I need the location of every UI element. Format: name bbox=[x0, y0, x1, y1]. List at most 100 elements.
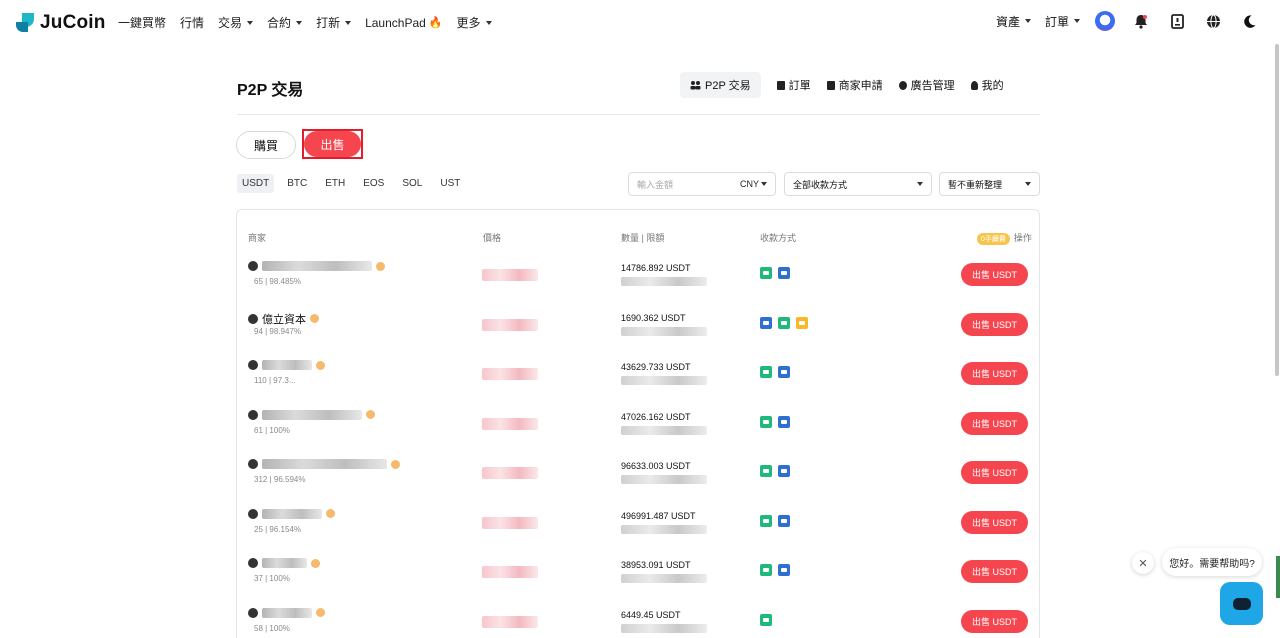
merchant-name[interactable] bbox=[248, 508, 335, 519]
merchant-avatar bbox=[248, 607, 258, 618]
nav-orders[interactable]: 訂單 bbox=[1045, 13, 1080, 30]
amount-input[interactable]: 輸入金額 CNY bbox=[628, 172, 776, 196]
merchant-avatar bbox=[248, 508, 258, 519]
price-redacted bbox=[482, 318, 538, 331]
merchant-name[interactable] bbox=[248, 409, 375, 420]
merchant-name-redacted bbox=[262, 360, 312, 370]
buy-tab[interactable]: 購買 bbox=[236, 131, 296, 159]
payment-methods bbox=[760, 514, 790, 527]
sell-usdt-button[interactable]: 出售 USDT bbox=[961, 411, 1028, 435]
subnav-orders-label: 訂單 bbox=[788, 80, 811, 92]
limit-redacted bbox=[621, 475, 707, 484]
nav-right: 資產 訂單 bbox=[996, 10, 1260, 32]
fire-icon: 🔥 bbox=[428, 17, 443, 29]
payment-green-icon bbox=[760, 564, 772, 576]
coin-tabs: USDT BTC ETH EOS SOL UST bbox=[237, 174, 465, 193]
coin-tab-ust[interactable]: UST bbox=[435, 174, 465, 193]
payment-blue-icon bbox=[778, 267, 790, 279]
price-redacted bbox=[482, 368, 538, 380]
payment-methods bbox=[760, 465, 790, 477]
sell-usdt-button[interactable]: 出售 USDT bbox=[961, 461, 1028, 484]
sell-usdt-button[interactable]: 出售 USDT bbox=[961, 560, 1028, 583]
logo-text: JuCoin bbox=[40, 12, 106, 33]
ad-icon bbox=[898, 80, 907, 90]
chat-launcher-button[interactable] bbox=[1220, 582, 1263, 625]
sell-usdt-button[interactable]: 出售 USDT bbox=[961, 362, 1028, 385]
bell-icon[interactable] bbox=[1130, 10, 1152, 32]
sell-usdt-button[interactable]: 出售 USDT bbox=[961, 263, 1028, 286]
subnav-ad-label: 廣告管理 bbox=[910, 80, 955, 92]
verified-badge-icon bbox=[391, 459, 400, 469]
nav-item-4[interactable]: 打新 bbox=[316, 14, 352, 31]
subnav-merchant-apply[interactable]: 商家申請 bbox=[826, 72, 883, 98]
moon-icon[interactable] bbox=[1238, 10, 1260, 32]
sell-tab[interactable]: 出售 bbox=[304, 131, 361, 157]
merchant-name[interactable] bbox=[248, 261, 385, 271]
quantity: 43629.733 USDT bbox=[621, 362, 691, 372]
currency-select[interactable]: CNY bbox=[740, 179, 767, 189]
subnav-p2p[interactable]: P2P 交易 bbox=[680, 72, 761, 98]
coin-tab-btc[interactable]: BTC bbox=[282, 174, 312, 193]
subnav-orders[interactable]: 訂單 bbox=[776, 72, 811, 98]
jucoin-logo[interactable]: JuCoin bbox=[16, 12, 106, 34]
chevron-down-icon bbox=[247, 20, 254, 25]
payment-blue-icon bbox=[778, 465, 790, 477]
merchant-name[interactable]: 億立資本 bbox=[248, 311, 319, 327]
nav-item-label: 更多 bbox=[456, 16, 481, 30]
merchant-name-redacted bbox=[262, 459, 387, 469]
merchant-name[interactable] bbox=[248, 459, 400, 469]
payment-method-select[interactable]: 全部收款方式 bbox=[784, 172, 932, 196]
sell-usdt-button[interactable]: 出售 USDT bbox=[961, 510, 1028, 534]
table-row: 110 | 97.3... 43629.733 USDT 出售 USDT bbox=[236, 360, 1040, 409]
coin-tab-usdt[interactable]: USDT bbox=[237, 174, 275, 193]
subnav-mine[interactable]: 我的 bbox=[970, 72, 1004, 98]
subnav-ad-management[interactable]: 廣告管理 bbox=[898, 72, 955, 98]
nav-item-0[interactable]: 一鍵買幣 bbox=[118, 14, 166, 31]
avatar[interactable] bbox=[1094, 10, 1116, 32]
subnav-mine-label: 我的 bbox=[981, 80, 1004, 92]
coin-tab-eos[interactable]: EOS bbox=[358, 174, 389, 193]
nav-item-2[interactable]: 交易 bbox=[218, 14, 254, 31]
chevron-down-icon bbox=[1025, 182, 1031, 186]
merchant-stats: 94 | 98.947% bbox=[254, 326, 302, 336]
price-redacted bbox=[482, 467, 538, 479]
merchant-name[interactable] bbox=[248, 558, 320, 568]
chevron-down-icon bbox=[1024, 19, 1031, 23]
nav-item-1[interactable]: 行情 bbox=[180, 14, 204, 31]
table-row: 58 | 100% 6449.45 USDT 出售 USDT bbox=[236, 607, 1040, 638]
zero-fee-badge: 0手續費 bbox=[977, 233, 1010, 245]
nav-item-3[interactable]: 合約 bbox=[267, 14, 303, 31]
chat-greeting[interactable]: 您好。需要帮助吗? bbox=[1162, 548, 1262, 576]
payment-green-icon bbox=[760, 465, 772, 477]
quantity: 38953.091 USDT bbox=[621, 560, 691, 570]
merchant-avatar bbox=[248, 558, 258, 568]
table-row: 61 | 100% 47026.162 USDT 出售 USDT bbox=[236, 409, 1040, 459]
page-title: P2P 交易 bbox=[237, 82, 304, 99]
merchant-name[interactable] bbox=[248, 607, 325, 618]
merchant-name-redacted bbox=[262, 261, 372, 271]
nav-assets-label: 資產 bbox=[995, 14, 1020, 29]
amount-placeholder: 輸入金額 bbox=[637, 179, 674, 190]
merchant-name[interactable] bbox=[248, 360, 325, 370]
nav-item-6[interactable]: 更多 bbox=[457, 14, 492, 31]
chat-close-button[interactable]: ✕ bbox=[1132, 552, 1154, 574]
store-icon bbox=[826, 80, 835, 90]
coin-tab-sol[interactable]: SOL bbox=[397, 174, 427, 193]
sell-usdt-button[interactable]: 出售 USDT bbox=[961, 609, 1028, 633]
sell-usdt-button[interactable]: 出售 USDT bbox=[961, 312, 1028, 336]
refresh-select[interactable]: 暫不重新整理 bbox=[939, 172, 1040, 196]
download-icon[interactable] bbox=[1166, 10, 1188, 32]
coin-tab-eth[interactable]: ETH bbox=[320, 174, 350, 193]
payment-blue-icon bbox=[778, 415, 790, 428]
nav-assets[interactable]: 資產 bbox=[996, 13, 1031, 30]
nav-item-5[interactable]: LaunchPad 🔥 bbox=[365, 14, 442, 31]
page-scrollbar[interactable] bbox=[1275, 44, 1279, 376]
quantity: 96633.003 USDT bbox=[621, 461, 691, 471]
globe-icon[interactable] bbox=[1202, 10, 1224, 32]
currency-label: CNY bbox=[739, 179, 759, 189]
quantity: 47026.162 USDT bbox=[621, 411, 691, 422]
merchant-avatar bbox=[248, 459, 258, 469]
merchant-avatar bbox=[248, 360, 258, 370]
verified-badge-icon bbox=[311, 558, 320, 568]
p2p-icon bbox=[690, 81, 701, 90]
